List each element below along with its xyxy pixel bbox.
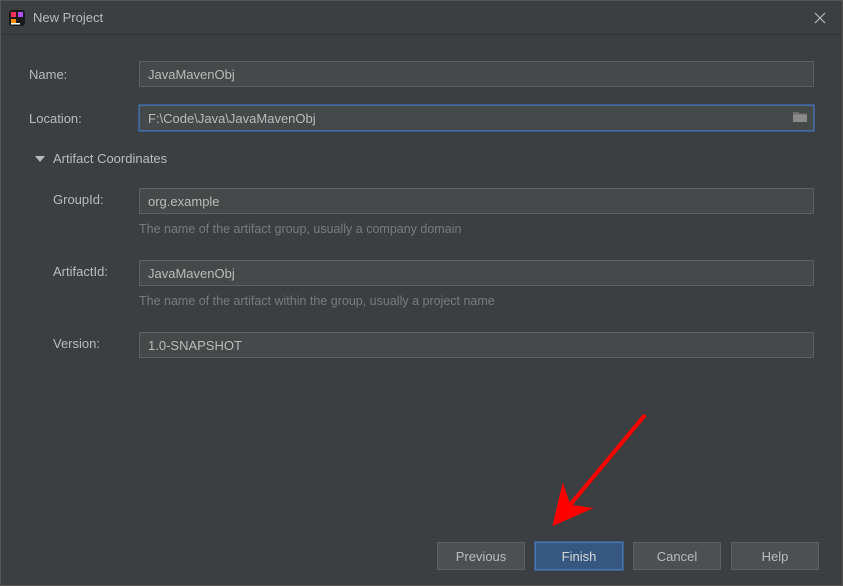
version-label: Version: <box>53 332 139 351</box>
groupid-help-text: The name of the artifact group, usually … <box>139 222 814 236</box>
artifactid-row: ArtifactId: The name of the artifact wit… <box>53 260 814 324</box>
button-bar: Previous Finish Cancel Help <box>437 542 819 570</box>
location-label: Location: <box>29 111 139 126</box>
location-input[interactable] <box>139 105 814 131</box>
groupid-row: GroupId: The name of the artifact group,… <box>53 188 814 252</box>
artifact-section: GroupId: The name of the artifact group,… <box>29 188 814 358</box>
groupid-input[interactable] <box>139 188 814 214</box>
titlebar: New Project <box>1 1 842 35</box>
app-icon <box>9 10 25 26</box>
artifactid-label: ArtifactId: <box>53 260 139 279</box>
browse-folder-icon[interactable] <box>792 110 808 126</box>
name-input[interactable] <box>139 61 814 87</box>
finish-button[interactable]: Finish <box>535 542 623 570</box>
location-row: Location: <box>29 105 814 131</box>
artifact-section-title: Artifact Coordinates <box>53 151 167 166</box>
name-row: Name: <box>29 61 814 87</box>
version-row: Version: <box>53 332 814 358</box>
dialog-content: Name: Location: Artifact Coordinates Gro… <box>1 35 842 376</box>
version-input[interactable] <box>139 332 814 358</box>
artifact-coordinates-header[interactable]: Artifact Coordinates <box>35 151 814 166</box>
help-button[interactable]: Help <box>731 542 819 570</box>
artifactid-help-text: The name of the artifact within the grou… <box>139 294 814 308</box>
close-icon[interactable] <box>806 4 834 32</box>
expand-triangle-icon <box>35 156 45 162</box>
window-title: New Project <box>33 10 103 25</box>
name-label: Name: <box>29 67 139 82</box>
cancel-button[interactable]: Cancel <box>633 542 721 570</box>
groupid-label: GroupId: <box>53 188 139 207</box>
annotation-arrow-icon <box>530 405 680 555</box>
previous-button[interactable]: Previous <box>437 542 525 570</box>
artifactid-input[interactable] <box>139 260 814 286</box>
